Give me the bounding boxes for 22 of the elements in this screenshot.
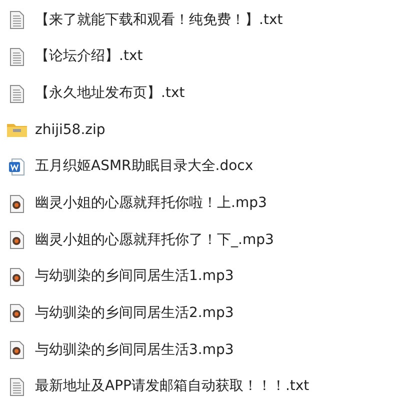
folder-zip-icon: [7, 123, 27, 138]
audio-file-icon: [10, 231, 24, 250]
file-name[interactable]: 【来了就能下载和观看！纯免费！】.txt: [35, 10, 283, 31]
file-name[interactable]: 与幼驯染的乡间同居生活1.mp3: [35, 266, 234, 288]
text-file-icon: [10, 378, 24, 396]
file-name[interactable]: 幽灵小姐的心愿就拜托你啦！上.mp3: [35, 193, 267, 214]
audio-file-icon: [10, 268, 24, 286]
file-name[interactable]: 五月织姬ASMR助眠目录大全.docx: [35, 156, 254, 178]
audio-file-icon: [10, 304, 24, 322]
file-name[interactable]: 幽灵小姐的心愿就拜托你了！下_.mp3: [35, 230, 274, 251]
file-name[interactable]: 与幼驯染的乡间同居生活2.mp3: [35, 302, 234, 324]
file-name[interactable]: zhiji58.zip: [35, 120, 106, 141]
text-file-icon: [10, 48, 24, 66]
file-name[interactable]: 最新地址及APP请发邮箱自动获取！！！.txt: [35, 376, 310, 398]
audio-file-icon: [10, 194, 24, 213]
file-name[interactable]: 【永久地址发布页】.txt: [35, 83, 185, 104]
file-name[interactable]: 与幼驯染的乡间同居生活3.mp3: [35, 340, 234, 361]
file-name[interactable]: 【论坛介绍】.txt: [35, 46, 143, 68]
audio-file-icon: [10, 341, 24, 360]
text-file-icon: [10, 11, 24, 30]
text-file-icon: [10, 84, 24, 103]
word-document-icon: [9, 158, 25, 176]
